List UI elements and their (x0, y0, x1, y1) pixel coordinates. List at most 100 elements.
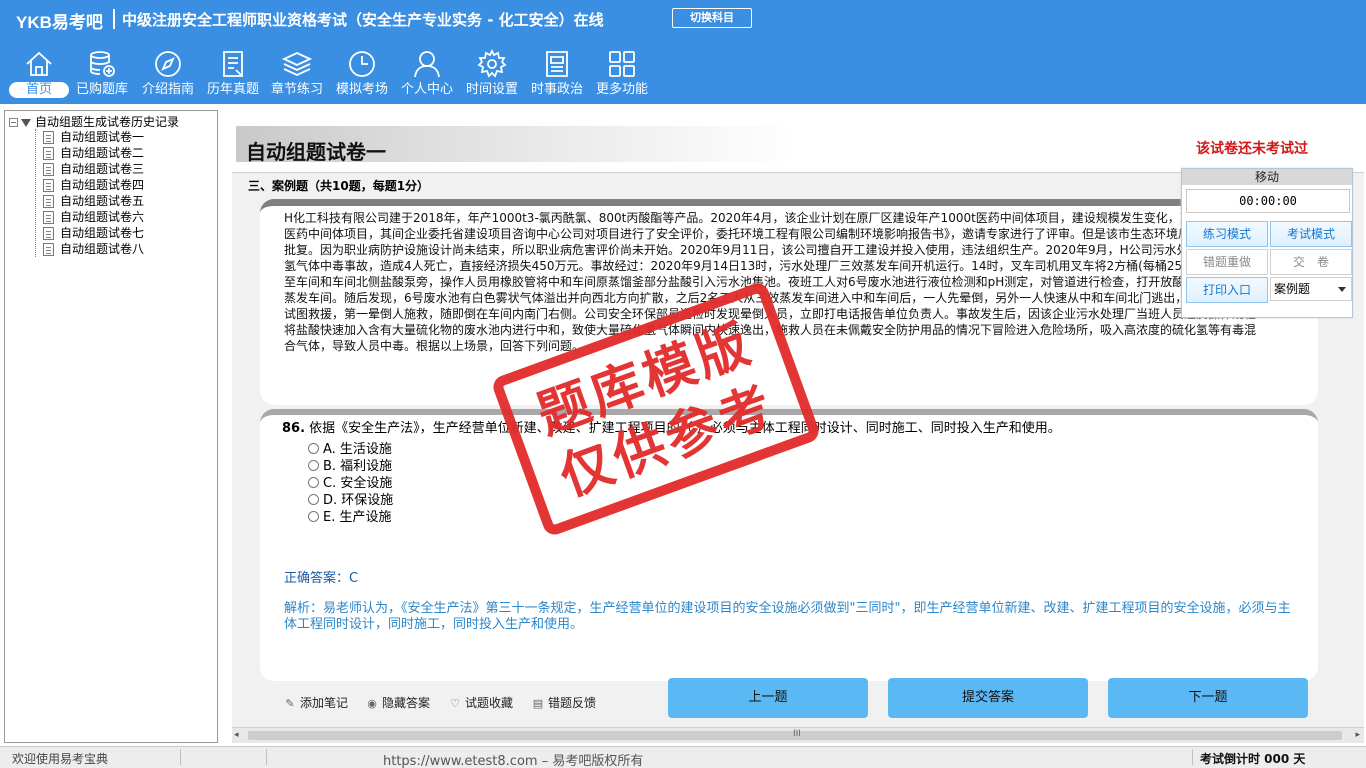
prev-question-button[interactable]: 上一题 (668, 678, 868, 718)
exam-mode-button[interactable]: 考试模式 (1270, 221, 1352, 247)
document-icon (43, 179, 54, 192)
nav-more-features[interactable]: 更多功能 (589, 44, 655, 104)
section-title: 三、案例题（共10题，每题1分） (248, 179, 430, 193)
title-divider (113, 9, 115, 29)
hide-answer-link[interactable]: ◉ 隐藏答案 (366, 694, 430, 711)
nav-label: 更多功能 (595, 82, 648, 97)
tree-items: 自动组题试卷一 自动组题试卷二 自动组题试卷三 自动组题试卷四 自动组题试卷五 … (43, 129, 144, 257)
tree-item-paper-5[interactable]: 自动组题试卷五 (43, 193, 144, 209)
tree-item-label: 自动组题试卷七 (60, 226, 145, 240)
nav-past-exams[interactable]: 历年真题 (200, 44, 266, 104)
feedback-icon: ▤ (532, 697, 544, 710)
submit-paper-button[interactable]: 交 卷 (1270, 249, 1352, 275)
redo-wrong-button[interactable]: 错题重做 (1186, 249, 1268, 275)
tree-item-label: 自动组题试卷五 (60, 194, 145, 208)
nav-home[interactable]: 首页 (6, 44, 72, 104)
nav-chapter-practice[interactable]: 章节练习 (264, 44, 330, 104)
document-icon (43, 147, 54, 160)
practice-mode-button[interactable]: 练习模式 (1186, 221, 1268, 247)
user-icon (414, 51, 440, 78)
eye-icon: ◉ (367, 697, 377, 710)
option-d[interactable]: D. 环保设施 (308, 492, 393, 509)
document-icon (43, 195, 54, 208)
grid-icon (609, 51, 635, 77)
tree-item-paper-7[interactable]: 自动组题试卷七 (43, 225, 144, 241)
heart-icon: ♡ (450, 697, 460, 710)
tree-item-paper-8[interactable]: 自动组题试卷八 (43, 241, 144, 257)
next-question-button[interactable]: 下一题 (1108, 678, 1308, 718)
nav-label: 历年真题 (206, 82, 259, 97)
nav-label: 时事政治 (530, 82, 583, 97)
scroll-right-icon[interactable]: ▸ (1355, 730, 1360, 740)
option-a[interactable]: A. 生活设施 (308, 441, 392, 458)
app-title: 中级注册安全工程师职业资格考试（安全生产专业实务 - 化工安全）在线 (122, 11, 604, 29)
database-icon (90, 51, 115, 77)
compass-icon (155, 51, 181, 77)
document-icon (43, 163, 54, 176)
case-description-box: H化工科技有限公司建于2018年，年产1000t3-氯丙酰氯、800t丙酸酯等产… (260, 199, 1318, 405)
nav-purchased-banks[interactable]: 已购题库 (69, 44, 135, 104)
nav-personal-center[interactable]: 个人中心 (394, 44, 460, 104)
nav-label: 时间设置 (465, 82, 518, 97)
tree-connector (35, 129, 36, 257)
nav-mock-exam[interactable]: 模拟考场 (329, 44, 395, 104)
question-type-select[interactable]: 案例题 (1270, 277, 1352, 301)
case-description-text: H化工科技有限公司建于2018年，年产1000t3-氯丙酰氯、800t丙酸酯等产… (284, 211, 1262, 353)
nav-current-affairs[interactable]: 时事政治 (524, 44, 590, 104)
favorite-question-link[interactable]: ♡ 试题收藏 (449, 694, 513, 711)
news-icon (546, 51, 568, 77)
chevron-down-icon (1338, 287, 1346, 292)
tree-item-label: 自动组题试卷六 (60, 210, 145, 224)
status-divider (266, 749, 267, 765)
title-bar: YKB易考吧 中级注册安全工程师职业资格考试（安全生产专业实务 - 化工安全）在… (0, 0, 1366, 36)
scrollbar-thumb[interactable]: III (248, 729, 1342, 740)
gear-icon (477, 48, 507, 78)
tool-label: 添加笔记 (300, 696, 349, 710)
nav-label: 个人中心 (400, 82, 453, 97)
print-entry-button[interactable]: 打印入口 (1186, 277, 1268, 303)
radio-button[interactable] (308, 477, 319, 488)
clock-icon (349, 51, 375, 77)
home-icon (26, 51, 52, 76)
tree-root[interactable]: − 自动组题生成试卷历史记录 (9, 113, 179, 129)
document-icon (43, 227, 54, 240)
folder-icon (21, 118, 31, 127)
nav-label: 模拟考场 (335, 82, 388, 97)
report-error-link[interactable]: ▤ 错题反馈 (532, 694, 596, 711)
app-logo: YKB易考吧 (16, 13, 103, 32)
option-c[interactable]: C. 安全设施 (308, 475, 392, 492)
nav-label: 已购题库 (75, 82, 128, 97)
radio-button[interactable] (308, 460, 319, 471)
tree-item-paper-2[interactable]: 自动组题试卷二 (43, 145, 144, 161)
move-handle[interactable]: 移动 (1182, 169, 1352, 185)
tool-label: 试题收藏 (465, 696, 514, 710)
select-value: 案例题 (1274, 282, 1311, 296)
status-welcome: 欢迎使用易考宝典 (12, 752, 109, 766)
layers-icon (281, 52, 313, 76)
switch-subject-button[interactable]: 切换科目 (672, 8, 752, 28)
option-b[interactable]: B. 福利设施 (308, 458, 392, 475)
radio-button[interactable] (308, 443, 319, 454)
status-copyright: https://www.etest8.com – 易考吧版权所有 (383, 754, 644, 768)
tree-item-label: 自动组题试卷二 (60, 146, 145, 160)
tree-item-paper-4[interactable]: 自动组题试卷四 (43, 177, 144, 193)
horizontal-scrollbar[interactable]: ◂ III ▸ (232, 727, 1364, 743)
submit-answer-button[interactable]: 提交答案 (888, 678, 1088, 718)
tree-item-paper-3[interactable]: 自动组题试卷三 (43, 161, 144, 177)
option-label: C. 安全设施 (323, 476, 393, 491)
timer-display: 00:00:00 (1186, 189, 1350, 213)
tree-item-label: 自动组题试卷八 (60, 242, 145, 256)
tree-item-paper-1[interactable]: 自动组题试卷一 (43, 129, 144, 145)
scroll-left-icon[interactable]: ◂ (234, 730, 239, 740)
pencil-icon: ✎ (285, 697, 295, 710)
collapse-icon[interactable]: − (9, 118, 18, 127)
nav-label: 首页 (9, 82, 69, 98)
tree-item-paper-6[interactable]: 自动组题试卷六 (43, 209, 144, 225)
add-note-link[interactable]: ✎ 添加笔记 (284, 694, 348, 711)
radio-button[interactable] (308, 494, 319, 505)
nav-guide[interactable]: 介绍指南 (135, 44, 201, 104)
option-e[interactable]: E. 生产设施 (308, 509, 391, 526)
nav-time-settings[interactable]: 时间设置 (459, 44, 525, 104)
option-label: E. 生产设施 (323, 510, 392, 525)
radio-button[interactable] (308, 511, 319, 522)
